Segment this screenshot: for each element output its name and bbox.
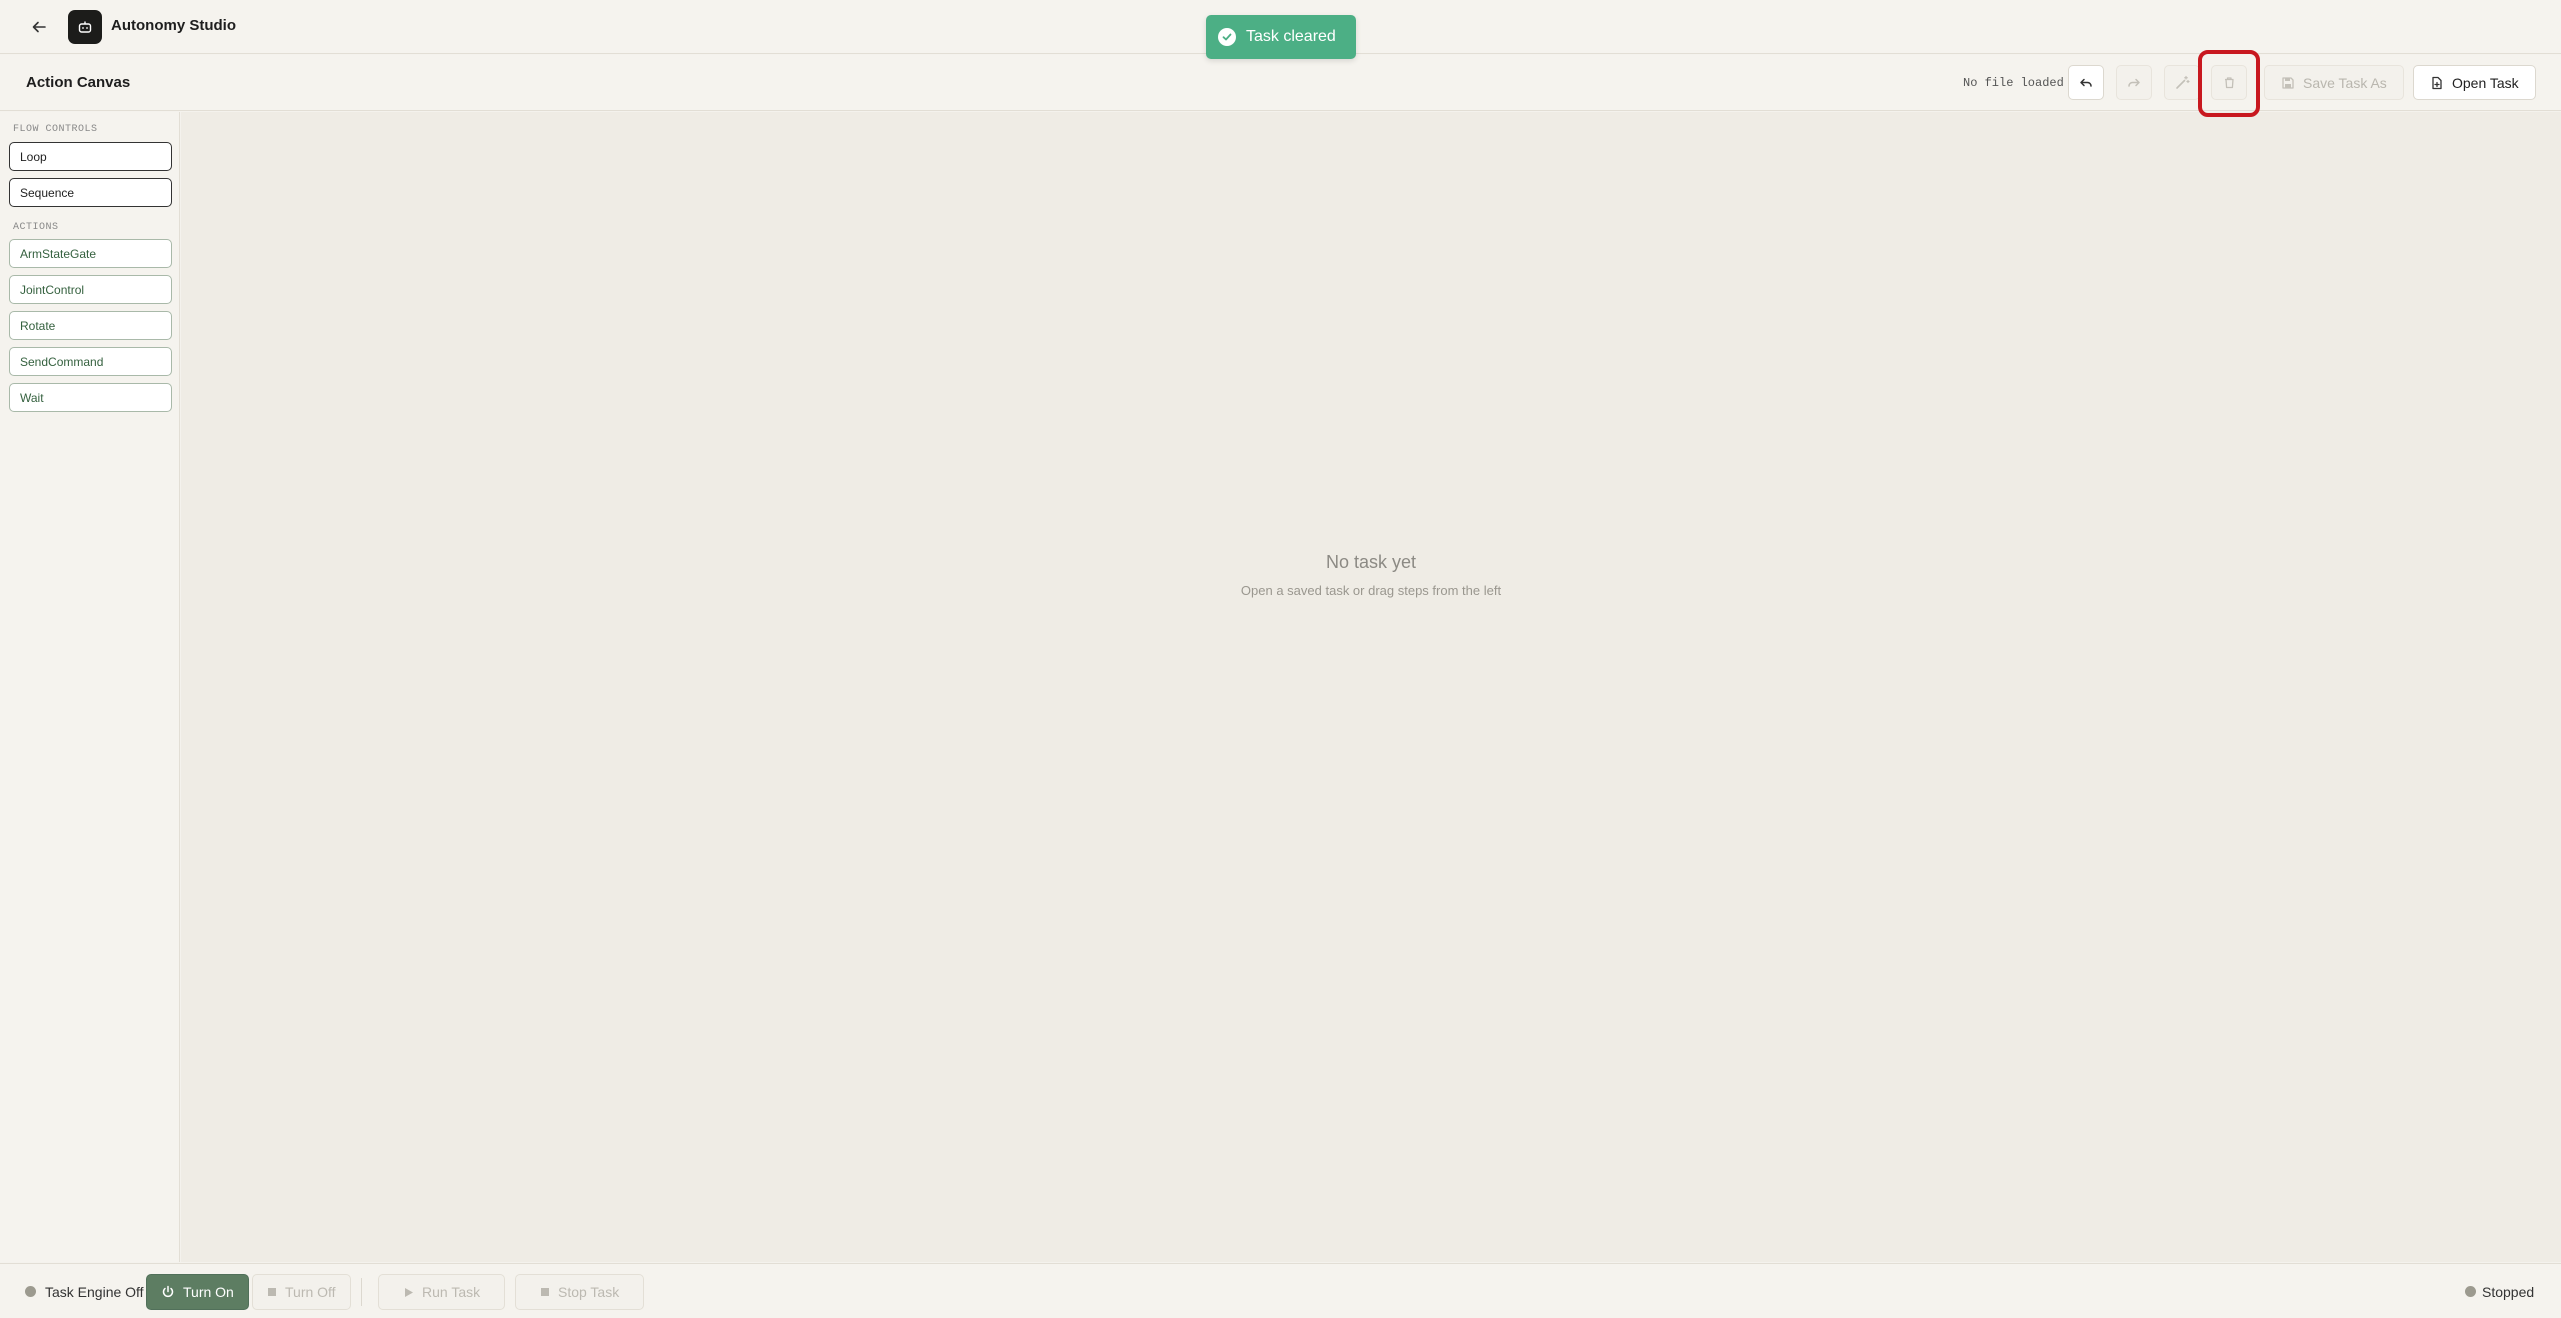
save-task-as-button[interactable]: Save Task As	[2264, 65, 2404, 100]
robot-logo-icon	[68, 10, 102, 44]
file-status: No file loaded	[1963, 76, 2064, 90]
run-status-label: Stopped	[2482, 1284, 2535, 1300]
turn-on-button[interactable]: Turn On	[146, 1274, 249, 1310]
actions-heading: ACTIONS	[13, 222, 59, 233]
open-task-label: Open Task	[2452, 74, 2519, 91]
trash-icon	[2224, 77, 2234, 89]
palette-item-armstategate[interactable]: ArmStateGate	[9, 239, 172, 268]
toast-notification: Task cleared	[1206, 15, 1356, 59]
empty-state-subtitle: Open a saved task or drag steps from the…	[1240, 583, 1502, 598]
stop-task-button[interactable]: Stop Task	[515, 1274, 645, 1310]
back-arrow-icon[interactable]	[24, 12, 54, 42]
check-circle-icon	[1218, 28, 1236, 46]
stop-square-icon	[541, 1288, 549, 1296]
canvas-title: Action Canvas	[26, 74, 131, 91]
flow-controls-heading: FLOW CONTROLS	[13, 124, 98, 135]
run-task-label: Run Task	[422, 1284, 481, 1300]
stop-task-label: Stop Task	[558, 1284, 620, 1300]
auto-layout-button[interactable]	[2164, 65, 2200, 100]
palette-item-sequence[interactable]: Sequence	[9, 178, 172, 207]
undo-icon	[2080, 78, 2092, 87]
engine-status-label: Task Engine Off	[45, 1284, 144, 1300]
canvas-toolbar: Action Canvas No file loaded Save Task A…	[0, 55, 2561, 111]
empty-state-title: No task yet	[1325, 552, 1417, 572]
app-title: Autonomy Studio	[111, 17, 236, 34]
turn-off-button[interactable]: Turn Off	[252, 1274, 351, 1310]
save-task-as-label: Save Task As	[2303, 74, 2387, 91]
palette-item-loop[interactable]: Loop	[9, 142, 172, 171]
power-icon	[162, 1285, 174, 1298]
redo-button[interactable]	[2116, 65, 2152, 100]
palette-item-jointcontrol[interactable]: JointControl	[9, 275, 172, 304]
divider	[361, 1278, 362, 1306]
open-task-button[interactable]: Open Task	[2413, 65, 2536, 100]
palette-item-sendcommand[interactable]: SendCommand	[9, 347, 172, 376]
run-status-dot	[2465, 1286, 2476, 1297]
turn-on-label: Turn On	[183, 1284, 234, 1300]
engine-control-bar: Task Engine Off Turn On Turn Off Run Tas…	[0, 1263, 2561, 1318]
clear-task-button[interactable]	[2211, 65, 2247, 100]
run-task-button[interactable]: Run Task	[378, 1274, 506, 1310]
undo-button[interactable]	[2068, 65, 2104, 100]
magic-wand-icon	[2175, 75, 2190, 89]
palette-item-wait[interactable]: Wait	[9, 383, 172, 412]
engine-status-dot	[25, 1286, 36, 1297]
file-plus-icon	[2432, 76, 2442, 89]
save-icon	[2282, 76, 2294, 89]
turn-off-label: Turn Off	[285, 1284, 336, 1300]
toast-message: Task cleared	[1246, 28, 1336, 45]
step-palette: FLOW CONTROLS Loop Sequence ACTIONS ArmS…	[0, 112, 180, 1262]
stop-square-icon	[268, 1288, 276, 1296]
redo-icon	[2128, 78, 2140, 87]
action-canvas[interactable]	[181, 112, 2561, 1262]
play-icon	[405, 1287, 413, 1297]
palette-item-rotate[interactable]: Rotate	[9, 311, 172, 340]
